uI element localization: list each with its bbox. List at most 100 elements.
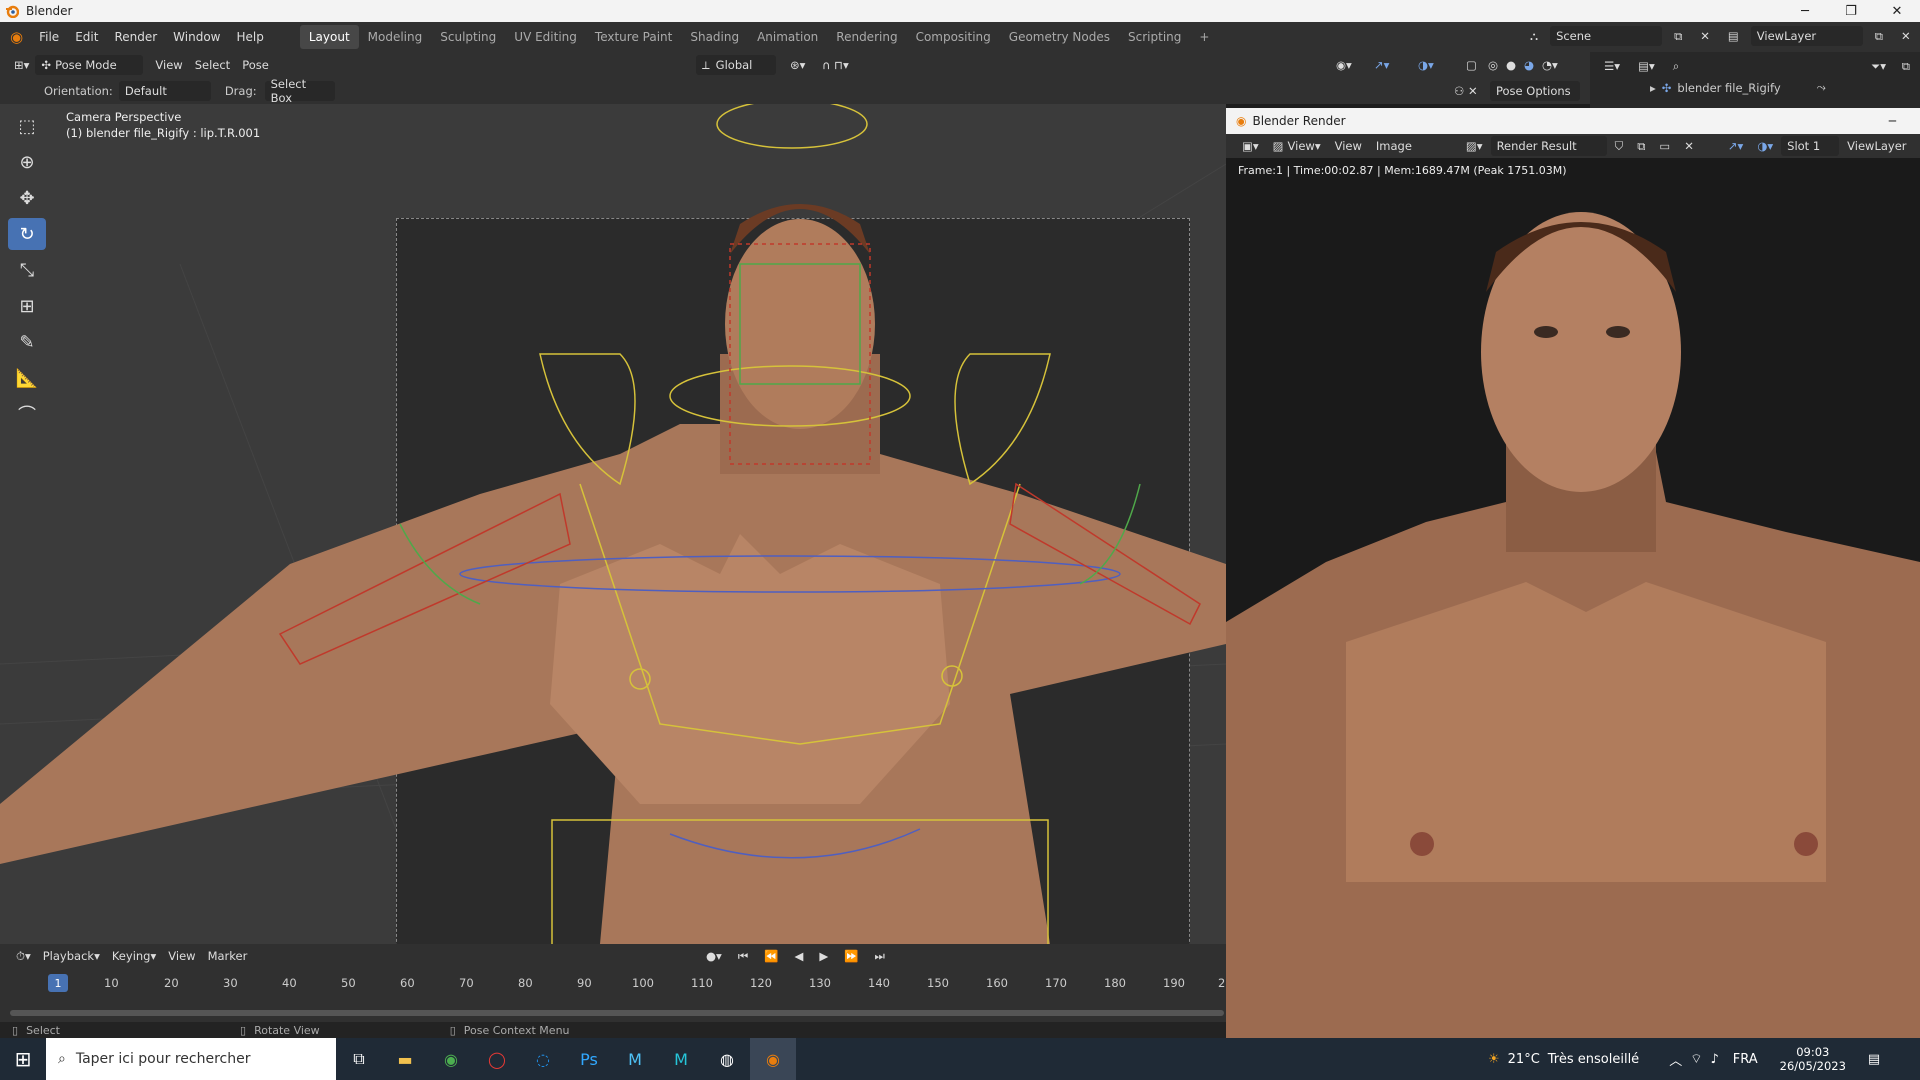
menu-select[interactable]: Select bbox=[189, 55, 236, 75]
restore-button[interactable]: ❐ bbox=[1828, 0, 1874, 22]
timeline-scrollbar[interactable] bbox=[10, 1010, 1224, 1016]
network-icon[interactable]: ⌔ bbox=[1690, 1051, 1702, 1067]
tab-compositing[interactable]: Compositing bbox=[907, 25, 1000, 49]
measure-icon[interactable]: 📐 bbox=[8, 362, 46, 394]
frame-ruler[interactable]: 1 10 20 30 40 50 60 70 80 90 100 110 120… bbox=[0, 968, 1226, 998]
tab-rendering[interactable]: Rendering bbox=[827, 25, 906, 49]
tab-geometry-nodes[interactable]: Geometry Nodes bbox=[1000, 25, 1119, 49]
mirror-icon[interactable]: ⚇ ✕ bbox=[1448, 81, 1484, 101]
minimize-button[interactable]: ─ bbox=[1782, 0, 1828, 22]
menu-window[interactable]: Window bbox=[165, 26, 228, 48]
transform-orientation-selector[interactable]: ⟂ Global bbox=[696, 55, 776, 75]
editor-type-icon[interactable]: ⊞▾ bbox=[8, 55, 35, 75]
tab-scripting[interactable]: Scripting bbox=[1119, 25, 1190, 49]
next-key-icon[interactable]: ⏩ bbox=[838, 946, 864, 966]
windows-start-icon[interactable]: ⊞ bbox=[0, 1038, 46, 1080]
tab-texture-paint[interactable]: Texture Paint bbox=[586, 25, 681, 49]
record-icon[interactable]: ●▾ bbox=[700, 946, 728, 966]
menu-edit[interactable]: Edit bbox=[67, 26, 106, 48]
snap-icon[interactable]: ∩ ⊓▾ bbox=[816, 55, 855, 75]
add-workspace-button[interactable]: + bbox=[1190, 25, 1218, 49]
task-view-icon[interactable]: ⧉ bbox=[336, 1038, 382, 1080]
render-gizmo-icon[interactable]: ↗▾ bbox=[1722, 136, 1749, 156]
render-menu-view[interactable]: View bbox=[1329, 136, 1368, 156]
render-result-field[interactable]: Render Result bbox=[1490, 136, 1607, 156]
transform-icon[interactable]: ⊞ bbox=[8, 290, 46, 322]
new-collection-icon[interactable]: ⧉ bbox=[1896, 56, 1916, 76]
jump-start-icon[interactable]: ⏮ bbox=[732, 946, 754, 966]
menu-view[interactable]: View bbox=[149, 55, 188, 75]
scene-field[interactable]: Scene bbox=[1550, 26, 1663, 46]
tab-shading[interactable]: Shading bbox=[681, 25, 748, 49]
scene-selector-icon[interactable]: ⛬ bbox=[1524, 26, 1544, 46]
scale-icon[interactable]: ⤡ bbox=[8, 254, 46, 286]
xray-icon[interactable]: ▢ bbox=[1460, 55, 1483, 75]
volume-icon[interactable]: ♪ bbox=[1710, 1052, 1718, 1067]
blender-taskbar-icon[interactable]: ◉ bbox=[750, 1038, 796, 1080]
delete-scene-icon[interactable]: ✕ bbox=[1694, 26, 1716, 46]
slot-selector[interactable]: Slot 1 bbox=[1781, 136, 1840, 156]
tab-uv-editing[interactable]: UV Editing bbox=[505, 25, 586, 49]
viewlayer-icon[interactable]: ▤ bbox=[1722, 26, 1745, 46]
tab-layout[interactable]: Layout bbox=[299, 25, 359, 49]
tray-chevron-icon[interactable]: ︿ bbox=[1669, 1050, 1682, 1069]
tab-animation[interactable]: Animation bbox=[748, 25, 827, 49]
gizmo-icon[interactable]: ↗▾ bbox=[1368, 55, 1395, 75]
outliner-search-input[interactable]: ⌕ bbox=[1666, 56, 1777, 76]
outliner-row[interactable]: ▸ ✣ blender file_Rigify ⤳ bbox=[1650, 80, 1826, 95]
menu-pose[interactable]: Pose bbox=[236, 55, 275, 75]
play-icon[interactable]: ▶ bbox=[813, 946, 834, 966]
blender-menu-icon[interactable]: ◉ bbox=[0, 26, 31, 48]
fake-user-icon[interactable]: ⛉ bbox=[1609, 136, 1630, 156]
pivot-icon[interactable]: ⊛▾ bbox=[784, 55, 811, 75]
render-viewlayer-label[interactable]: ViewLayer bbox=[1841, 136, 1912, 156]
photoshop-icon[interactable]: Ps bbox=[566, 1038, 612, 1080]
pose-options-dropdown[interactable]: Pose Options bbox=[1490, 81, 1580, 101]
3d-viewport[interactable]: Camera Perspective (1) blender file_Rigi… bbox=[0, 104, 1226, 944]
cursor-icon[interactable]: ⊕ bbox=[8, 146, 46, 178]
menu-help[interactable]: Help bbox=[229, 26, 272, 48]
render-minimize-button[interactable]: ─ bbox=[1889, 114, 1896, 128]
timeline-menu-marker[interactable]: Marker bbox=[202, 946, 254, 966]
outliner-display-icon[interactable]: ▤▾ bbox=[1632, 56, 1661, 76]
mode-selector[interactable]: ✣ Pose Mode bbox=[35, 55, 144, 75]
timeline-menu-view[interactable]: View bbox=[162, 946, 201, 966]
orientation-selector[interactable]: Default bbox=[118, 81, 211, 101]
taskbar-search[interactable]: ⌕ Taper ici pour rechercher bbox=[46, 1038, 336, 1080]
file-explorer-icon[interactable]: ▬ bbox=[382, 1038, 428, 1080]
cinema-app-icon[interactable]: ◌ bbox=[520, 1038, 566, 1080]
playback-dropdown[interactable]: Playback ▾ bbox=[37, 946, 106, 966]
new-viewlayer-icon[interactable]: ⧉ bbox=[1869, 26, 1889, 46]
new-scene-icon[interactable]: ⧉ bbox=[1668, 26, 1688, 46]
render-menu-image[interactable]: Image bbox=[1370, 136, 1418, 156]
filter-icon[interactable]: ⏷▾ bbox=[1865, 56, 1892, 76]
visibility-icon[interactable]: ◉▾ bbox=[1330, 55, 1358, 75]
render-overlay-icon[interactable]: ◑▾ bbox=[1751, 136, 1779, 156]
open-image-icon[interactable]: ▭ bbox=[1653, 136, 1676, 156]
mixer-icon[interactable]: M bbox=[612, 1038, 658, 1080]
character-model[interactable] bbox=[0, 104, 1226, 944]
overlay-icon[interactable]: ◑▾ bbox=[1412, 55, 1440, 75]
opera-icon[interactable]: ◯ bbox=[474, 1038, 520, 1080]
render-result-image[interactable] bbox=[1226, 182, 1920, 1038]
drag-selector[interactable]: Select Box bbox=[264, 77, 335, 105]
select-box-icon[interactable]: ⬚ bbox=[8, 110, 46, 142]
jump-end-icon[interactable]: ⏭ bbox=[869, 946, 891, 966]
play-reverse-icon[interactable]: ◀ bbox=[789, 946, 810, 966]
shading-rendered-icon[interactable]: ◔▾ bbox=[1536, 55, 1564, 75]
keying-dropdown[interactable]: Keying ▾ bbox=[106, 946, 162, 966]
clock[interactable]: 09:03 26/05/2023 bbox=[1780, 1045, 1846, 1073]
maya-icon[interactable]: M bbox=[658, 1038, 704, 1080]
tab-modeling[interactable]: Modeling bbox=[359, 25, 432, 49]
outliner-editor-icon[interactable]: ☰▾ bbox=[1598, 56, 1626, 76]
image-editor-icon[interactable]: ▣▾ bbox=[1236, 136, 1265, 156]
annotate-icon[interactable]: ✎ bbox=[8, 326, 46, 358]
notifications-icon[interactable]: ▤ bbox=[1868, 1052, 1880, 1067]
viewlayer-field[interactable]: ViewLayer bbox=[1750, 26, 1863, 46]
rotate-icon[interactable]: ↻ bbox=[8, 218, 46, 250]
delete-viewlayer-icon[interactable]: ✕ bbox=[1895, 26, 1917, 46]
close-window-button[interactable]: ✕ bbox=[1874, 0, 1920, 22]
menu-render[interactable]: Render bbox=[106, 26, 165, 48]
menu-file[interactable]: File bbox=[31, 26, 67, 48]
unreal-icon[interactable]: ◍ bbox=[704, 1038, 750, 1080]
